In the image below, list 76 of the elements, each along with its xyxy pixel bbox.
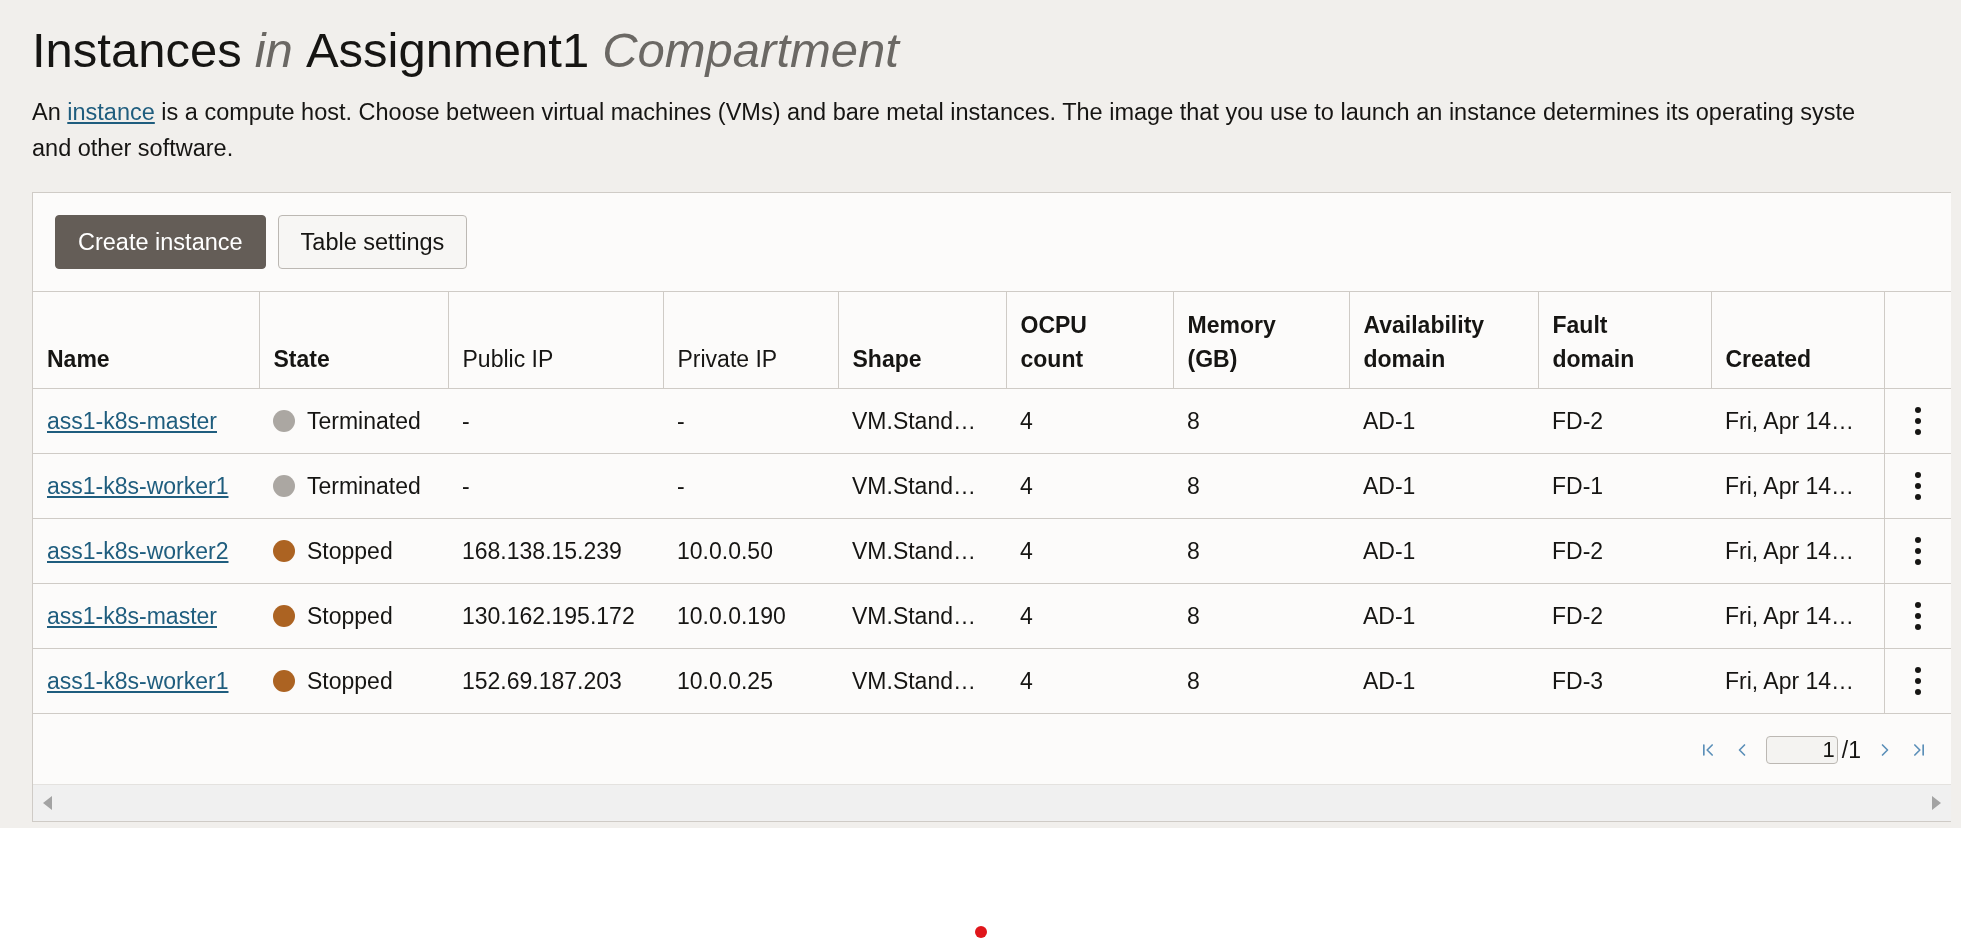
more-icon[interactable]: [1914, 602, 1921, 630]
instance-name-link[interactable]: ass1-k8s-worker1: [47, 667, 229, 694]
table-cell: VM.Stand…: [852, 537, 976, 564]
column-header: Public IP: [462, 345, 554, 374]
state-text: Terminated: [307, 472, 421, 500]
create-instance-button[interactable]: Create instance: [55, 215, 266, 269]
table-cell: Fri, Apr 14…: [1725, 667, 1855, 694]
table-settings-button[interactable]: Table settings: [277, 215, 468, 269]
instance-name-link[interactable]: ass1-k8s-worker1: [47, 472, 229, 499]
scroll-left-icon[interactable]: [43, 796, 53, 810]
column-header: Name: [47, 345, 110, 374]
table-cell: 8: [1187, 667, 1200, 694]
table-cell: Fri, Apr 14…: [1725, 602, 1855, 629]
table-cell: AD-1: [1363, 602, 1416, 629]
instance-name-link[interactable]: ass1-k8s-master: [47, 407, 217, 434]
more-icon[interactable]: [1914, 407, 1921, 435]
table-cell: VM.Stand…: [852, 472, 976, 499]
more-icon[interactable]: [1914, 537, 1921, 565]
instance-name-link[interactable]: ass1-k8s-worker2: [47, 537, 229, 564]
table-cell: 4: [1020, 667, 1033, 694]
table-cell: -: [462, 407, 470, 434]
table-cell: FD-2: [1552, 407, 1604, 434]
table-cell: Fri, Apr 14…: [1725, 537, 1855, 564]
column-header: Fault domain: [1552, 311, 1636, 374]
table-cell: VM.Stand…: [852, 407, 976, 434]
table-cell: 10.0.0.50: [677, 537, 773, 564]
column-header: Private IP: [677, 345, 778, 374]
table-cell: 10.0.0.25: [677, 667, 773, 694]
column-header: Memory (GB): [1187, 311, 1277, 374]
table-cell: -: [462, 472, 470, 499]
column-header: Shape: [852, 345, 922, 374]
table-cell: -: [677, 407, 685, 434]
table-cell: FD-2: [1552, 537, 1604, 564]
table-cell: VM.Stand…: [852, 602, 976, 629]
table-cell: 4: [1020, 472, 1033, 499]
table-cell: AD-1: [1363, 472, 1416, 499]
dot-icon: [974, 926, 987, 938]
table-cell: Fri, Apr 14…: [1725, 407, 1855, 434]
table-cell: 8: [1187, 407, 1200, 434]
table-cell: VM.Stand…: [852, 667, 976, 694]
table-cell: AD-1: [1363, 537, 1416, 564]
instance-name-link[interactable]: ass1-k8s-master: [47, 602, 217, 629]
table-cell: AD-1: [1363, 407, 1416, 434]
table-cell: AD-1: [1363, 667, 1416, 694]
state-text: Stopped: [307, 667, 393, 695]
page-title: Instances in Assignment1 Compartment: [32, 22, 902, 79]
column-header: Availability domain: [1363, 311, 1486, 374]
more-icon[interactable]: [1914, 472, 1921, 500]
state-text: Stopped: [307, 537, 393, 565]
table-cell: 10.0.0.190: [677, 602, 786, 629]
scroll-right-icon[interactable]: [1931, 796, 1941, 810]
table-cell: 152.69.187.203: [462, 667, 622, 694]
description-text: An instance is a compute host. Choose between virtual machines (VMs) and bare metal instances. The image that you use to launch an instance determines its operating syste and other software.: [32, 98, 1857, 163]
column-header: Created: [1725, 345, 1812, 374]
instance-link[interactable]: instance: [67, 99, 155, 125]
table-cell: FD-2: [1552, 602, 1604, 629]
table-cell: 4: [1020, 537, 1033, 564]
table-cell: -: [677, 472, 685, 499]
table-cell: FD-3: [1552, 667, 1604, 694]
table-cell: 168.138.15.239: [462, 537, 622, 564]
more-icon[interactable]: [1914, 667, 1921, 695]
column-header: OCPU count: [1020, 311, 1088, 374]
page-total: /1: [1841, 736, 1861, 764]
table-cell: 4: [1020, 407, 1033, 434]
table-cell: 8: [1187, 602, 1200, 629]
table-cell: 8: [1187, 537, 1200, 564]
table-cell: 130.162.195.172: [462, 602, 635, 629]
page-input[interactable]: 1: [1765, 736, 1838, 764]
column-header: State: [273, 345, 330, 374]
table-cell: FD-1: [1552, 472, 1604, 499]
table-cell: Fri, Apr 14…: [1725, 472, 1855, 499]
horizontal-scrollbar[interactable]: [33, 784, 1951, 821]
state-text: Terminated: [307, 407, 421, 435]
state-text: Stopped: [307, 602, 393, 630]
table-cell: 4: [1020, 602, 1033, 629]
table-cell: 8: [1187, 472, 1200, 499]
